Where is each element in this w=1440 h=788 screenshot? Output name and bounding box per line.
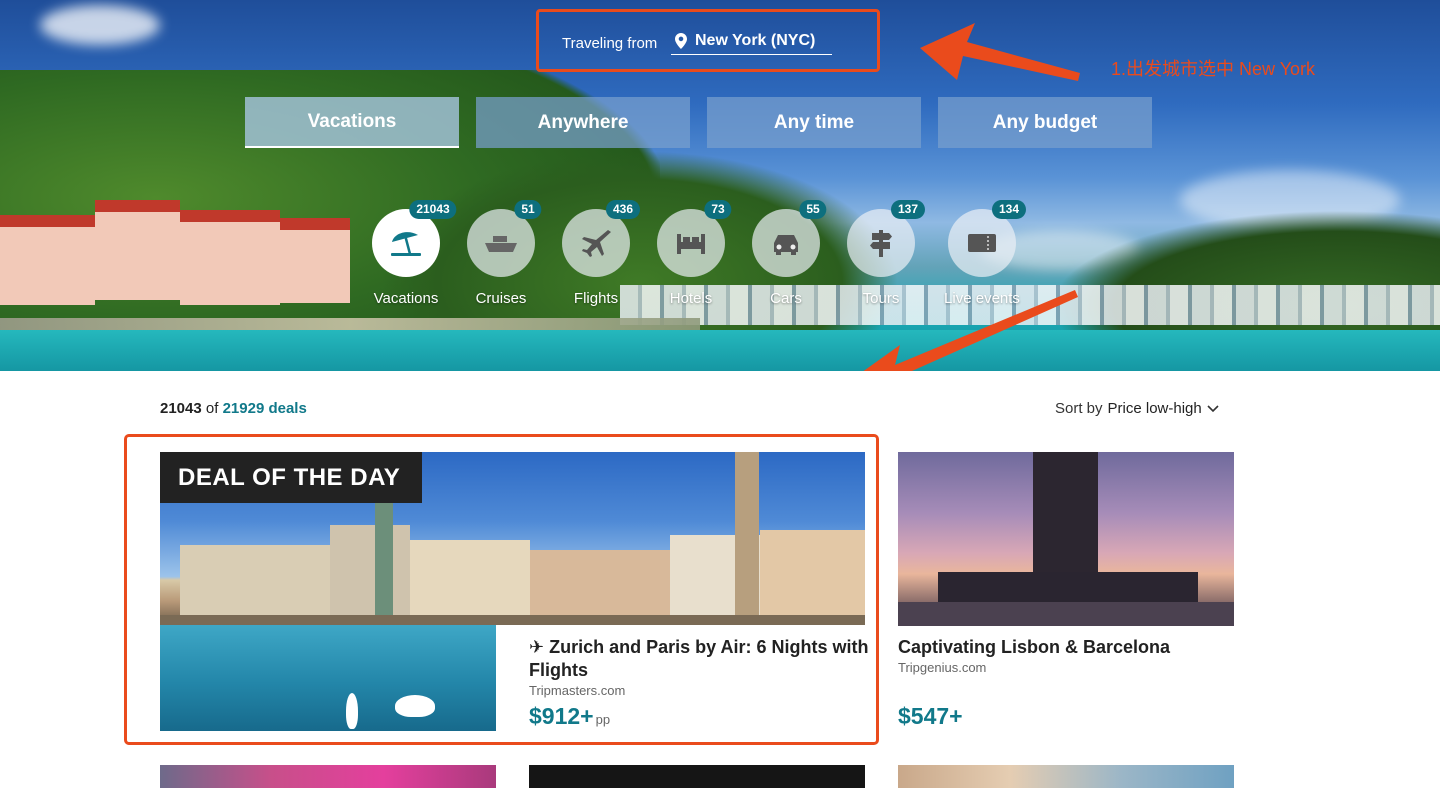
origin-city-select[interactable]: New York (NYC) — [671, 28, 832, 55]
signpost-icon — [870, 230, 892, 257]
sort-dropdown[interactable]: Sort by Price low-high — [1055, 400, 1219, 417]
beach-umbrella-icon — [391, 232, 421, 256]
category-count-badge: 55 — [799, 200, 827, 219]
card-title[interactable]: Captivating Lisbon & Barcelona — [898, 637, 1170, 658]
category-label: Vacations — [373, 290, 439, 307]
results-of: of — [205, 400, 219, 417]
card-image[interactable] — [160, 765, 496, 788]
category-label: Flights — [573, 290, 619, 307]
card-source: Tripgenius.com — [898, 660, 987, 675]
location-pin-icon — [675, 33, 687, 49]
deal-image-water — [160, 625, 496, 731]
deal-of-the-day-badge: DEAL OF THE DAY — [160, 452, 422, 503]
category-circle — [562, 209, 630, 277]
category-circle — [657, 209, 725, 277]
tab-vacations[interactable]: Vacations — [245, 97, 459, 148]
airplane-icon — [582, 230, 611, 257]
category-label: Live events — [944, 290, 1020, 307]
bed-icon — [677, 234, 705, 254]
card-image[interactable] — [898, 452, 1234, 626]
annotation-arrow-icon — [920, 23, 1080, 81]
category-label: Tours — [862, 290, 900, 307]
category-circle — [847, 209, 915, 277]
results-count: 21043 of 21929 deals — [160, 400, 307, 417]
hero-banner: 1.出发城市选中 New York Traveling from New Yor… — [0, 0, 1440, 371]
results-shown: 21043 — [160, 400, 202, 417]
category-count-badge: 436 — [605, 200, 641, 219]
deal-source: Tripmasters.com — [529, 683, 626, 698]
category-label: Cars — [770, 290, 802, 307]
deal-price[interactable]: $912+ pp — [529, 703, 610, 730]
tab-any-budget[interactable]: Any budget — [938, 97, 1152, 148]
category-circle — [372, 209, 440, 277]
category-circle — [948, 209, 1016, 277]
category-count-badge: 137 — [890, 200, 926, 219]
category-count-badge: 134 — [991, 200, 1027, 219]
category-count-badge: 21043 — [409, 200, 457, 219]
chevron-down-icon — [1207, 404, 1219, 412]
category-bar: 21043 Vacations 51 Cruises 436 Flights 7… — [0, 200, 1440, 320]
category-label: Cruises — [475, 290, 527, 307]
tab-any-time[interactable]: Any time — [707, 97, 921, 148]
card-price[interactable]: $547+ — [898, 703, 963, 730]
origin-city-value: New York (NYC) — [695, 32, 816, 49]
filter-tabs: Vacations Anywhere Any time Any budget — [245, 97, 1152, 148]
all-deals-link[interactable]: 21929 deals — [223, 400, 307, 417]
tab-anywhere[interactable]: Anywhere — [476, 97, 690, 148]
deal-title[interactable]: ✈ Zurich and Paris by Air: 6 Nights with… — [529, 636, 869, 682]
traveling-from-label: Traveling from — [562, 35, 658, 52]
car-icon — [774, 235, 798, 255]
card-image[interactable] — [529, 765, 865, 788]
sort-value: Price low-high — [1107, 400, 1202, 417]
ticket-icon — [968, 234, 996, 252]
annotation-text: 1.出发城市选中 New York — [1111, 59, 1316, 79]
category-circle — [467, 209, 535, 277]
category-count-badge: 73 — [704, 200, 732, 219]
category-circle — [752, 209, 820, 277]
sort-label: Sort by — [1055, 400, 1103, 417]
card-image[interactable] — [898, 765, 1234, 788]
category-label: Hotels — [669, 290, 713, 307]
category-count-badge: 51 — [514, 200, 542, 219]
deal-price-unit: pp — [595, 712, 611, 727]
deal-price-value: $912+ — [529, 703, 594, 729]
cruise-ship-icon — [485, 236, 517, 252]
